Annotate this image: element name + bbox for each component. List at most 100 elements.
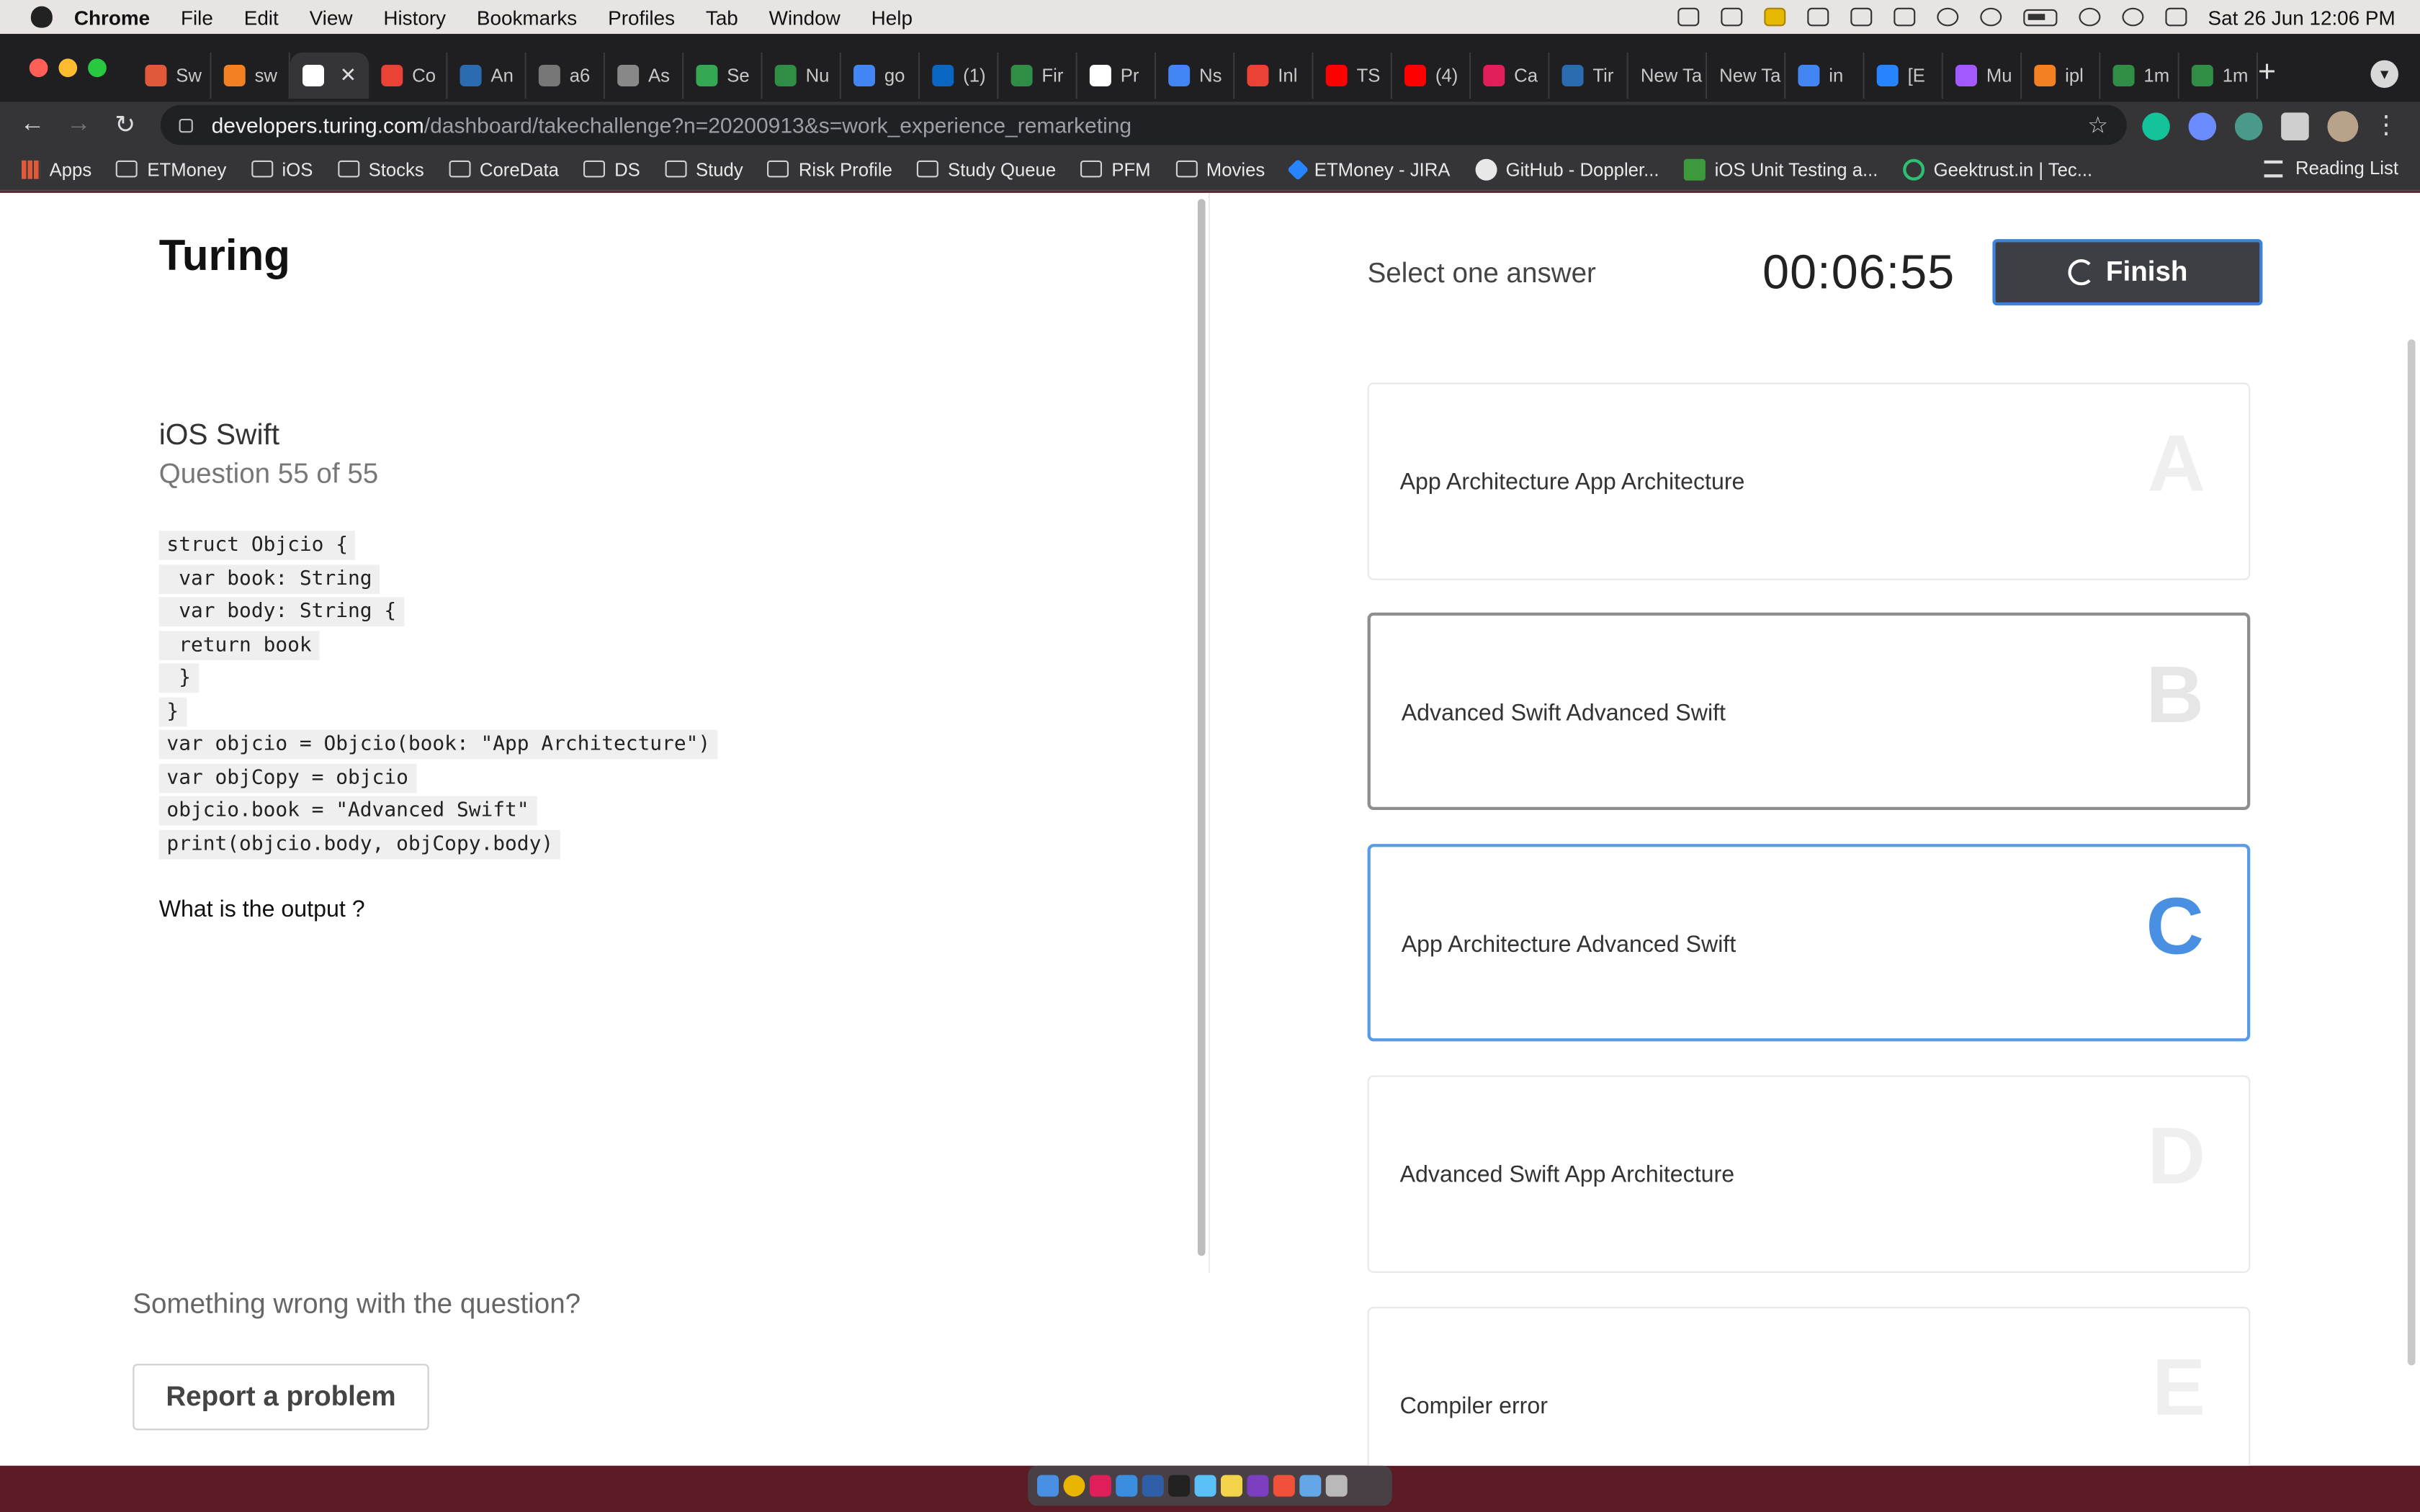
bookmark-folder[interactable]: PFM: [1080, 158, 1151, 180]
answer-option-d[interactable]: Advanced Swift App Architecture D: [1367, 1075, 2251, 1273]
bookmark-star-icon[interactable]: ☆: [2087, 111, 2108, 138]
bookmark-folder[interactable]: ETMoney: [116, 158, 226, 180]
reload-icon[interactable]: ↻: [102, 109, 148, 140]
vpn-icon[interactable]: [1806, 7, 1829, 27]
browser-tab[interactable]: in: [1785, 52, 1865, 99]
browser-tab[interactable]: Inl: [1234, 52, 1314, 99]
trash-icon[interactable]: [1325, 1475, 1348, 1497]
bookmark-folder[interactable]: iOS: [251, 158, 313, 180]
browser-tab[interactable]: Fir: [998, 52, 1077, 99]
menu-app-name[interactable]: Chrome: [74, 6, 150, 29]
browser-tab[interactable]: Sw: [133, 52, 212, 99]
menu-help[interactable]: Help: [871, 6, 913, 29]
grammarly-icon[interactable]: [2142, 112, 2170, 140]
bookmark-folder[interactable]: Stocks: [337, 158, 424, 180]
control-center-icon[interactable]: [2164, 7, 2187, 27]
bookmark-folder[interactable]: CoreData: [449, 158, 559, 180]
reading-list[interactable]: Reading List: [2264, 158, 2398, 179]
close-tab-icon[interactable]: ✕: [340, 63, 357, 88]
menu-file[interactable]: File: [181, 6, 213, 29]
browser-tab[interactable]: Ca: [1471, 52, 1550, 99]
battery-icon[interactable]: [2022, 8, 2057, 26]
back-icon[interactable]: ←: [9, 111, 55, 139]
wifi-icon[interactable]: [2078, 7, 2100, 27]
page-scrollbar[interactable]: [2407, 339, 2416, 1366]
bluetooth-icon[interactable]: [1979, 7, 2002, 27]
menu-edit[interactable]: Edit: [244, 6, 279, 29]
folder-icon[interactable]: [1299, 1475, 1322, 1497]
bookmark-jira[interactable]: ETMoney - JIRA: [1286, 158, 1450, 180]
browser-tab[interactable]: 1m: [2100, 52, 2179, 99]
spotlight-icon[interactable]: [2121, 7, 2143, 27]
notes-icon[interactable]: [1221, 1475, 1242, 1497]
menu-profiles[interactable]: Profiles: [608, 6, 675, 29]
onenote-icon[interactable]: [1247, 1475, 1269, 1497]
browser-tab[interactable]: a6: [526, 52, 605, 99]
lock-icon[interactable]: [179, 117, 193, 132]
menu-window[interactable]: Window: [769, 6, 841, 29]
sourcetree-icon[interactable]: [1142, 1475, 1164, 1497]
report-problem-button[interactable]: Report a problem: [133, 1364, 429, 1431]
bookmark-github[interactable]: GitHub - Doppler...: [1474, 158, 1659, 180]
puzzle-icon[interactable]: [2281, 112, 2309, 140]
answer-option-a[interactable]: App Architecture App Architecture A: [1367, 382, 2251, 580]
finder-icon[interactable]: [1037, 1475, 1059, 1497]
browser-tab[interactable]: Ns: [1156, 52, 1235, 99]
chrome-icon[interactable]: [1063, 1475, 1085, 1497]
browser-tab[interactable]: Tir: [1549, 52, 1628, 99]
bookmark-folder[interactable]: DS: [583, 158, 640, 180]
bookmark-folder[interactable]: Movies: [1175, 158, 1265, 180]
bookmark-folder[interactable]: Study: [665, 158, 743, 180]
browser-tab[interactable]: ✕: [290, 52, 369, 99]
browser-tab[interactable]: Mu: [1943, 52, 2022, 99]
browser-tab[interactable]: New Ta: [1628, 52, 1707, 99]
play-icon[interactable]: [1936, 7, 1958, 27]
bookmark-folder[interactable]: Study Queue: [917, 158, 1056, 180]
bookmark-apps[interactable]: Apps: [22, 158, 91, 180]
maps-icon[interactable]: [1194, 1475, 1216, 1497]
browser-tab[interactable]: Nu: [763, 52, 841, 99]
menu-history[interactable]: History: [383, 6, 446, 29]
answer-option-b[interactable]: Advanced Swift Advanced Swift B: [1367, 612, 2251, 810]
answer-option-e[interactable]: Compiler error E: [1367, 1307, 2251, 1466]
menu-bookmarks[interactable]: Bookmarks: [477, 6, 577, 29]
tab-search-icon[interactable]: ▼: [2370, 60, 2398, 89]
pane-scrollbar[interactable]: [1197, 199, 1206, 1256]
finish-button[interactable]: Finish: [1992, 239, 2263, 306]
new-tab-icon[interactable]: +: [2258, 55, 2276, 91]
menu-view[interactable]: View: [310, 6, 353, 29]
browser-tab[interactable]: An: [447, 52, 526, 99]
more-menu-icon[interactable]: ⋮: [2374, 109, 2398, 140]
browser-tab[interactable]: Se: [684, 52, 763, 99]
shield-icon[interactable]: [1763, 7, 1785, 27]
swift-app-icon[interactable]: [1273, 1475, 1295, 1497]
zoom-window-icon[interactable]: [88, 58, 107, 78]
clock[interactable]: Sat 26 Jun 12:06 PM: [2208, 6, 2396, 29]
browser-tab[interactable]: ipl: [2022, 52, 2101, 99]
browser-tab[interactable]: Pr: [1077, 52, 1156, 99]
extension-badge-icon[interactable]: [2234, 112, 2263, 140]
bookmark-unit-testing[interactable]: iOS Unit Testing a...: [1683, 158, 1878, 180]
xcode-icon[interactable]: [1116, 1475, 1138, 1497]
paperclip-icon[interactable]: [1720, 7, 1742, 27]
menu-tab[interactable]: Tab: [706, 6, 738, 29]
minimize-window-icon[interactable]: [58, 58, 78, 78]
key-icon[interactable]: [1893, 7, 1915, 27]
slack-icon[interactable]: [1089, 1475, 1111, 1497]
close-window-icon[interactable]: [29, 58, 48, 78]
terminal-icon[interactable]: [1168, 1475, 1191, 1497]
browser-tab[interactable]: As: [605, 52, 684, 99]
browser-tab[interactable]: go: [841, 52, 920, 99]
avatar[interactable]: [2327, 111, 2359, 143]
browser-tab[interactable]: New Ta: [1707, 52, 1786, 99]
address-bar[interactable]: developers.turing.com/dashboard/takechal…: [160, 104, 2127, 145]
answer-option-c[interactable]: App Architecture Advanced Swift C: [1367, 844, 2251, 1042]
browser-tab[interactable]: TS: [1314, 52, 1392, 99]
browser-tab[interactable]: Co: [369, 52, 448, 99]
browser-tab[interactable]: (4): [1392, 52, 1471, 99]
browser-tab[interactable]: sw: [212, 52, 290, 99]
memory-icon[interactable]: [1850, 7, 1872, 27]
bookmark-geektrust[interactable]: Geektrust.in | Tec...: [1902, 158, 2092, 180]
browser-tab[interactable]: 1m: [2179, 52, 2258, 99]
extension-globe-icon[interactable]: [2188, 112, 2217, 140]
